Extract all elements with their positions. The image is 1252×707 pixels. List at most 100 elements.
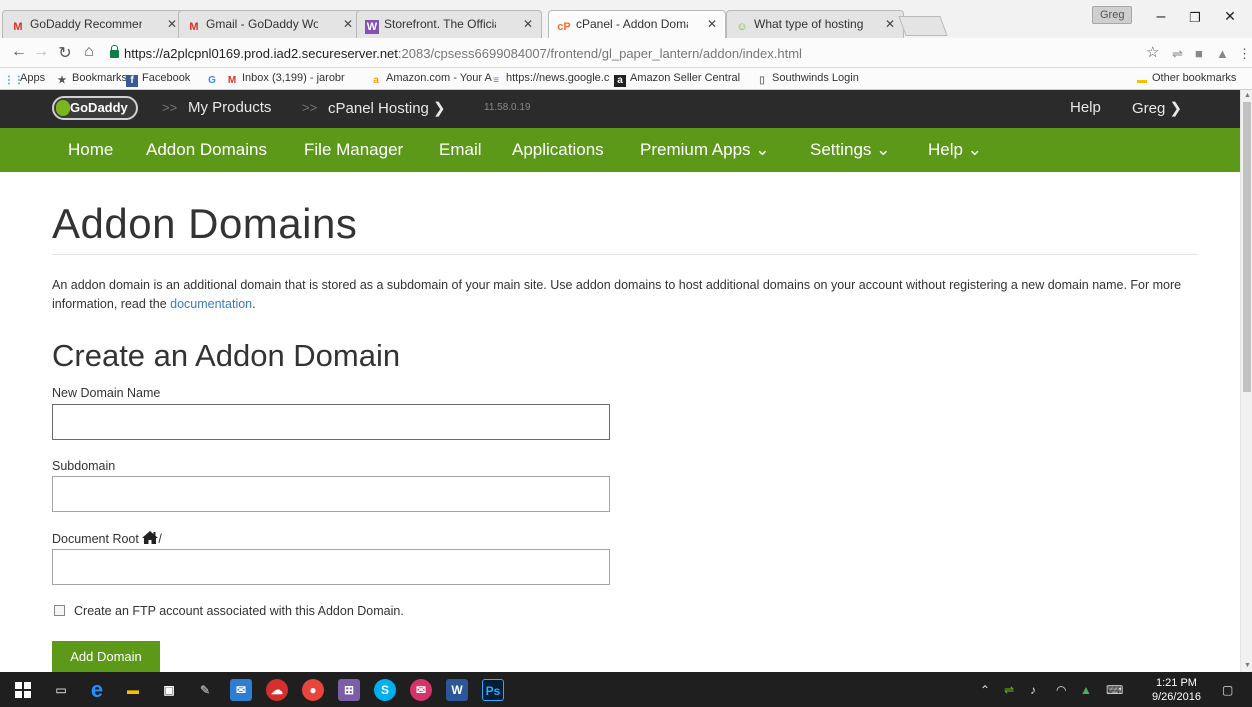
address-bar[interactable]: https://a2plcpnl0169.prod.iad2.secureser… [110,42,1140,64]
word-icon[interactable]: W [446,679,468,701]
chrome-icon[interactable]: ● [302,679,324,701]
volume-icon[interactable]: ♪ [1030,683,1036,697]
system-clock[interactable]: 1:21 PM 9/26/2016 [1152,676,1201,704]
gmail-icon: M [189,21,199,33]
breadcrumb-separator: >> [162,100,178,115]
page-title: Addon Domains [52,200,358,247]
divider [52,254,1198,255]
browser-tab-active[interactable]: cPcPanel - Addon Domains ✕ [548,10,726,38]
browser-tab[interactable]: MGmail - GoDaddy WordP ✕ [178,10,362,38]
bookmark-southwinds[interactable]: ▯ Southwinds Login [756,72,859,87]
minimize-icon[interactable]: – [1151,8,1171,26]
keyboard-icon[interactable]: ⌨ [1106,683,1123,697]
notification-icon[interactable]: ▢ [1222,683,1233,697]
bookmark-news[interactable]: ≡ https://news.google.c [490,72,609,87]
skype-icon[interactable]: S [374,679,396,701]
nav-help[interactable]: Help ⌄ [928,140,982,160]
mail-icon[interactable]: ✉ [230,679,252,701]
cloud-app-icon[interactable]: ☁ [266,679,288,701]
file-explorer-icon[interactable]: ▬ [122,679,144,701]
document-root-label: Document Root / [52,531,162,546]
edge-icon[interactable]: e [86,679,108,701]
intro-text: An addon domain is an additional domain … [52,278,1182,311]
amazon-icon: a [373,75,379,86]
godaddy-logo[interactable]: GoDaddy [52,96,138,120]
bookmarks-bar: ⋮⋮Apps ★ Bookmarks f Facebook G M Inbox (3,… [0,68,1252,90]
woo-icon: W [365,20,379,34]
bookmark-bookmarks[interactable]: ★ Bookmarks [56,72,128,87]
document-root-input[interactable] [52,549,610,585]
menu-icon[interactable]: ⋮ [1238,46,1251,62]
nav-addon-domains[interactable]: Addon Domains [146,140,267,160]
extension-icon[interactable]: ▲ [1216,46,1229,61]
gmail-icon: M [13,21,23,33]
close-tab-icon[interactable]: ✕ [523,17,533,31]
nav-home[interactable]: Home [68,140,113,160]
ftp-checkbox-row[interactable]: Create an FTP account associated with th… [54,604,404,618]
page-scrollbar[interactable]: ▲ ▼ [1240,90,1252,672]
bookmark-star-icon[interactable]: ☆ [1146,43,1159,61]
nav-applications[interactable]: Applications [512,140,604,160]
gmail-icon: M [227,75,237,86]
close-window-icon[interactable]: ✕ [1220,8,1240,25]
google-icon: G [208,75,216,86]
tray-chevron-icon[interactable]: ⌃ [980,683,990,697]
bookmark-google[interactable]: G [206,72,222,87]
scroll-thumb[interactable] [1243,102,1251,392]
user-menu[interactable]: Greg ❯ [1132,99,1182,117]
new-domain-input[interactable] [52,404,610,440]
home-button-icon[interactable]: ⌂ [80,43,98,61]
reload-icon[interactable]: ↻ [56,43,74,63]
browser-tab[interactable]: MGoDaddy Recommends a ✕ [2,10,186,38]
add-domain-button[interactable]: Add Domain [52,641,160,672]
browser-tab[interactable]: WStorefront. The Official W ✕ [356,10,542,38]
apps-icon[interactable]: ⊞ [338,679,360,701]
nav-premium-apps[interactable]: Premium Apps ⌄ [640,140,770,160]
profile-button[interactable]: Greg [1092,6,1133,24]
extension-icon[interactable]: ⇌ [1172,46,1183,62]
bookmark-other[interactable]: ▬ Other bookmarks [1136,72,1236,87]
scroll-up-icon[interactable]: ▲ [1244,92,1251,99]
cpanel-icon: cP [557,21,571,33]
back-icon[interactable]: ← [10,43,28,61]
new-tab-button[interactable] [898,16,948,36]
close-tab-icon[interactable]: ✕ [885,17,895,31]
scroll-down-icon[interactable]: ▼ [1244,662,1251,669]
subdomain-input[interactable] [52,476,610,512]
close-tab-icon[interactable]: ✕ [707,17,717,31]
top-help-link[interactable]: Help [1070,99,1101,116]
folder-icon: ▬ [1137,75,1147,86]
breadcrumb-my-products[interactable]: My Products [188,99,271,116]
ftp-checkbox[interactable] [54,605,65,616]
page-icon: ▯ [759,75,765,86]
windows-start-icon[interactable] [12,679,34,701]
pen-icon[interactable]: ✎ [194,679,216,701]
restore-icon[interactable]: ❐ [1185,10,1205,26]
bookmark-amazon[interactable]: a Amazon.com - Your A [370,72,492,87]
new-domain-label: New Domain Name [52,386,161,400]
bookmark-inbox[interactable]: M Inbox (3,199) - jarobr [226,72,345,87]
wifi-icon[interactable]: ◠ [1056,683,1066,697]
browser-toolbar: ← → ↻ ⌂ https://a2plcpnl0169.prod.iad2.s… [0,38,1252,68]
task-view-icon[interactable]: ▭ [50,679,72,701]
extension-icon[interactable]: ■ [1195,46,1203,61]
nav-settings[interactable]: Settings ⌄ [810,140,890,160]
forward-icon[interactable]: → [32,43,50,61]
amazon-icon: a [614,75,626,87]
close-tab-icon[interactable]: ✕ [167,17,177,31]
photoshop-icon[interactable]: Ps [482,679,504,701]
mail-app-icon[interactable]: ✉ [410,679,432,701]
windows-taskbar: ▭ e ▬ ▣ ✎ ✉ ☁ ● ⊞ S ✉ W Ps ⌃ ⇌ ♪ ◠ ▲ ⌨ 1… [0,672,1252,707]
tray-app-icon[interactable]: ⇌ [1004,683,1014,697]
google-drive-icon[interactable]: ▲ [1080,683,1092,697]
bookmark-facebook[interactable]: f Facebook [126,72,190,87]
documentation-link[interactable]: documentation [170,297,252,311]
breadcrumb-cpanel-hosting[interactable]: cPanel Hosting ❯ [328,99,446,117]
close-tab-icon[interactable]: ✕ [343,17,353,31]
nav-email[interactable]: Email [439,140,482,160]
bookmark-seller-central[interactable]: a Amazon Seller Central [614,72,740,87]
browser-tab[interactable]: ☺What type of hosting acc ✕ [726,10,904,38]
nav-file-manager[interactable]: File Manager [304,140,403,160]
bookmark-apps[interactable]: ⋮⋮Apps [4,72,45,87]
store-icon[interactable]: ▣ [158,679,180,701]
